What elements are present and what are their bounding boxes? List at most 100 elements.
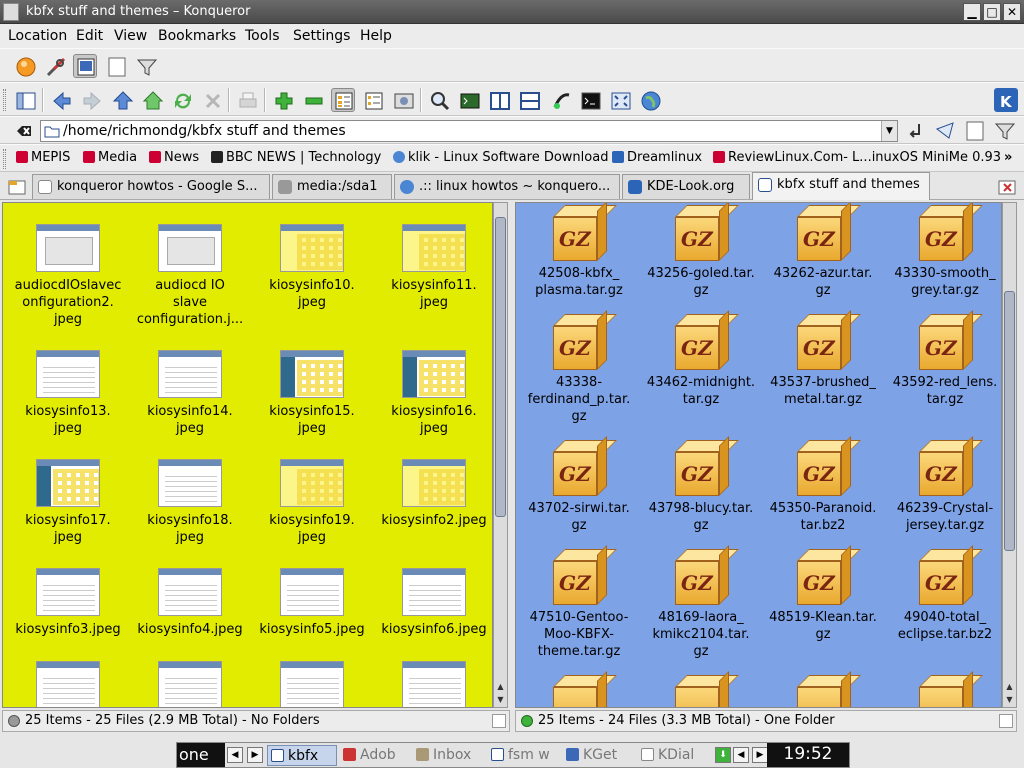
home-icon[interactable]: [140, 88, 164, 112]
bookmark-klik[interactable]: klik - Linux Software Download: [393, 150, 608, 165]
file-item[interactable]: audiocdIOslavec onfiguration2. jpeg: [7, 224, 129, 334]
image-thumbnail[interactable]: [280, 661, 344, 707]
zoom-in-icon[interactable]: [271, 88, 295, 112]
menu-tools[interactable]: Tools: [245, 28, 280, 44]
blank-page-icon[interactable]: [963, 119, 985, 141]
toolbar-grip[interactable]: [3, 89, 6, 111]
blank-page-icon[interactable]: [104, 54, 128, 78]
bookmark-folder-media[interactable]: Media: [83, 150, 137, 165]
file-item[interactable]: kiosysinfo2.jpeg: [373, 459, 492, 569]
filter-icon[interactable]: [134, 54, 158, 78]
tab-kbfx-stuff[interactable]: kbfx stuff and themes: [752, 172, 930, 200]
archive-icon[interactable]: [549, 671, 617, 707]
file-item[interactable]: kiosysinfo19. jpeg: [251, 459, 373, 569]
detail-view-icon[interactable]: [361, 88, 385, 112]
web-icon[interactable]: [638, 88, 662, 112]
go-icon[interactable]: [903, 119, 925, 141]
bookmark-dreamlinux[interactable]: Dreamlinux: [612, 150, 702, 165]
clear-location-icon[interactable]: [12, 119, 34, 141]
link-view-checkbox[interactable]: [492, 714, 506, 728]
next-task-icon[interactable]: ▶: [752, 747, 768, 763]
tab-linux-howtos[interactable]: .:: linux howtos ~ konquero...: [394, 174, 620, 199]
archive-item[interactable]: GZ 42508-kbfx_ plasma.tar.gz: [518, 203, 640, 323]
zoom-out-icon[interactable]: [301, 88, 325, 112]
tab-kde-look[interactable]: KDE-Look.org: [622, 174, 750, 199]
bookmark-overflow-button[interactable]: »: [1004, 150, 1012, 165]
right-file-view[interactable]: GZ 42508-kbfx_ plasma.tar.gz GZ 43256-goled.…: [515, 202, 1002, 708]
image-thumbnail[interactable]: [36, 661, 100, 707]
bookmark-folder-mepis[interactable]: MEPIS: [16, 150, 70, 165]
archive-item[interactable]: GZ 46239-Crystal-jersey.tar.gz: [884, 436, 1001, 558]
new-tab-icon[interactable]: [5, 175, 27, 197]
menu-bookmarks[interactable]: Bookmarks: [158, 28, 236, 44]
image-thumbnail[interactable]: [402, 661, 466, 707]
image-thumbnail[interactable]: [158, 661, 222, 707]
kde-logo-icon[interactable]: K: [994, 88, 1018, 112]
archive-item[interactable]: GZ 43256-goled.tar. gz: [640, 203, 762, 323]
menu-help[interactable]: Help: [360, 28, 392, 44]
image-viewer-icon[interactable]: [73, 54, 97, 78]
bookmark-reviewlinux[interactable]: ReviewLinux.Com- L...inuxOS MiniMe 0.93: [713, 150, 1001, 165]
terminal-icon[interactable]: [457, 88, 481, 112]
archive-item[interactable]: GZ 43338- ferdinand_p.tar. gz: [518, 310, 640, 432]
file-item[interactable]: audiocd IO slave configuration.j...: [129, 224, 251, 334]
konsole-icon[interactable]: [578, 88, 602, 112]
archive-item[interactable]: GZ 43702-sirwi.tar. gz: [518, 436, 640, 558]
file-item[interactable]: kiosysinfo10. jpeg: [251, 224, 373, 334]
icon-view-icon[interactable]: [331, 88, 355, 112]
bookmark-bbc[interactable]: BBC NEWS | Technology: [211, 150, 381, 165]
kget-icon[interactable]: [548, 88, 572, 112]
configure-icon[interactable]: [43, 54, 67, 78]
close-tab-icon[interactable]: [995, 175, 1017, 197]
archive-icon[interactable]: [793, 671, 861, 707]
archive-item[interactable]: GZ 45350-Paranoid. tar.bz2: [762, 436, 884, 558]
desktop-name[interactable]: one: [177, 743, 225, 767]
task-kbfx[interactable]: kbfx: [267, 745, 337, 766]
file-item[interactable]: kiosysinfo15. jpeg: [251, 350, 373, 460]
location-dropdown-icon[interactable]: ▼: [881, 121, 897, 141]
file-item[interactable]: kiosysinfo16. jpeg: [373, 350, 492, 460]
forward-icon[interactable]: [79, 88, 103, 112]
tab-konqueror-howtos[interactable]: konqueror howtos - Google S...: [32, 174, 270, 199]
scroll-up-icon[interactable]: ▲: [1003, 681, 1016, 693]
archive-icon[interactable]: [915, 671, 983, 707]
file-item[interactable]: kiosysinfo13. jpeg: [7, 350, 129, 460]
archive-item[interactable]: GZ 48169-laora_ kmikc2104.tar. gz: [640, 545, 762, 667]
konqueror-icon[interactable]: [13, 54, 37, 78]
task-adobe[interactable]: Adob: [340, 745, 410, 766]
sidebar-icon[interactable]: [13, 88, 37, 112]
location-input[interactable]: /home/richmondg/kbfx stuff and themes ▼: [40, 120, 898, 142]
archive-item[interactable]: GZ 43330-smooth_ grey.tar.gz: [884, 203, 1001, 323]
right-scrollbar[interactable]: ▲ ▼: [1002, 202, 1017, 708]
tab-media-sda1[interactable]: media:/sda1: [272, 174, 392, 199]
menu-location[interactable]: Location: [8, 28, 67, 44]
archive-item[interactable]: GZ 43798-blucy.tar. gz: [640, 436, 762, 558]
archive-item[interactable]: GZ 43537-brushed_ metal.tar.gz: [762, 310, 884, 432]
archive-icon[interactable]: [671, 671, 739, 707]
task-kdial[interactable]: KDial: [638, 745, 710, 766]
menu-edit[interactable]: Edit: [76, 28, 103, 44]
scroll-up-icon[interactable]: ▲: [494, 681, 507, 693]
menu-settings[interactable]: Settings: [293, 28, 350, 44]
window-titlebar[interactable]: kbfx stuff and themes – Konqueror ▁ □ ✕: [0, 0, 1024, 24]
archive-item[interactable]: GZ 43262-azur.tar. gz: [762, 203, 884, 323]
bookmark-folder-news[interactable]: News: [149, 150, 199, 165]
maximize-button[interactable]: □: [983, 3, 1001, 21]
window-menu-icon[interactable]: [3, 3, 19, 21]
file-item[interactable]: kiosysinfo18. jpeg: [129, 459, 251, 569]
prev-task-icon[interactable]: ◀: [733, 747, 749, 763]
right-scrollbar-handle[interactable]: [1004, 291, 1015, 551]
next-desktop-icon[interactable]: ▶: [247, 747, 263, 763]
task-inbox[interactable]: Inbox: [413, 745, 485, 766]
scroll-down-icon[interactable]: ▼: [494, 694, 507, 706]
left-file-view[interactable]: audiocdIOslavec onfiguration2. jpeg audiocd…: [2, 202, 493, 708]
kget-tray-icon[interactable]: ⬇: [715, 747, 731, 763]
close-button[interactable]: ✕: [1003, 3, 1021, 21]
archive-item[interactable]: GZ 43462-midnight. tar.gz: [640, 310, 762, 432]
fullscreen-icon[interactable]: [608, 88, 632, 112]
prev-desktop-icon[interactable]: ◀: [227, 747, 243, 763]
reload-icon[interactable]: [170, 88, 194, 112]
archive-item[interactable]: GZ 47510-Gentoo- Moo-KBFX-theme.tar.gz: [518, 545, 640, 667]
back-icon[interactable]: [49, 88, 73, 112]
clock[interactable]: 19:52: [767, 743, 849, 767]
